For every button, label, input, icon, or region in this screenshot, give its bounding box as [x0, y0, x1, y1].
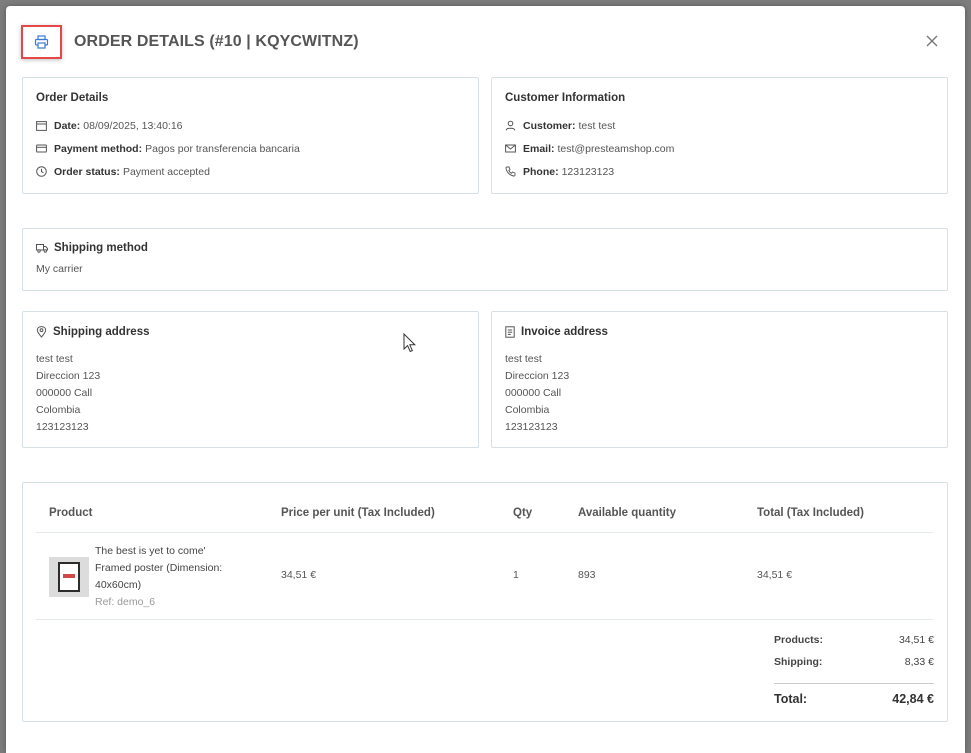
customer-name-row: Customer: test test: [505, 114, 674, 137]
mouse-cursor-icon: [403, 333, 417, 353]
calendar-icon: [36, 121, 47, 131]
printer-icon: [34, 35, 49, 49]
document-icon: [505, 326, 515, 338]
shipping-address-line: 000000 Call: [36, 387, 93, 399]
phone-label: Phone:: [523, 165, 559, 178]
payment-label: Payment method:: [54, 142, 143, 155]
shipping-address-line: Colombia: [36, 404, 81, 416]
customer-label: Customer:: [523, 119, 576, 132]
shipping-method-title: Shipping method: [36, 242, 148, 254]
customer-info-title: Customer Information: [505, 92, 625, 104]
invoice-address-line: test test: [505, 353, 542, 365]
shipping-address-line: Direccion 123: [36, 370, 101, 382]
shipping-address-title-text: Shipping address: [53, 326, 150, 338]
shipping-method-card: Shipping method My carrier: [22, 228, 948, 291]
modal-title: ORDER DETAILS (#10 | KQYCWITNZ): [74, 33, 359, 50]
column-header-product: Product: [49, 507, 93, 519]
shipping-method-title-text: Shipping method: [54, 242, 148, 254]
order-details-modal: ORDER DETAILS (#10 | KQYCWITNZ) Order De…: [6, 6, 965, 753]
date-label: Date:: [54, 119, 81, 132]
map-pin-icon: [36, 326, 47, 338]
column-header-price: Price per unit (Tax Included): [281, 507, 435, 519]
customer-phone-row: Phone: 123123123: [505, 160, 674, 183]
invoice-address-line: 000000 Call: [505, 387, 562, 399]
customer-info-card: Customer Information Customer: test test…: [491, 77, 948, 194]
column-header-total: Total (Tax Included): [757, 507, 864, 519]
user-icon: [505, 120, 516, 131]
products-table-card: Product Price per unit (Tax Included) Qt…: [22, 482, 948, 722]
payment-method-row: Payment method: Pagos por transferencia …: [36, 137, 300, 160]
email-label: Email:: [523, 142, 555, 155]
product-available: 893: [578, 569, 596, 581]
products-total-label: Products:: [774, 634, 824, 646]
grand-total-value: 42,84 €: [892, 692, 934, 706]
shipping-total-value: 8,33 €: [904, 656, 934, 668]
column-header-available: Available quantity: [578, 507, 676, 519]
truck-icon: [36, 244, 48, 253]
product-thumbnail[interactable]: [49, 557, 89, 597]
invoice-address-title-text: Invoice address: [521, 326, 608, 338]
order-details-title-text: Order Details: [36, 92, 109, 104]
product-total: 34,51 €: [757, 569, 793, 581]
close-icon: [926, 35, 938, 47]
column-header-qty: Qty: [513, 507, 533, 519]
customer-value: test test: [578, 119, 616, 132]
shipping-total-label: Shipping:: [774, 656, 823, 668]
order-date-row: Date: 08/09/2025, 13:40:16: [36, 114, 300, 137]
credit-card-icon: [36, 144, 47, 153]
phone-icon: [505, 166, 516, 177]
date-value: 08/09/2025, 13:40:16: [83, 119, 183, 132]
invoice-address-line: Direccion 123: [505, 370, 570, 382]
product-name-line: The best is yet to come': [95, 545, 206, 557]
shipping-address-card: Shipping address test test Direccion 123…: [22, 311, 479, 448]
product-price: 34,51 €: [281, 569, 317, 581]
email-value: test@presteamshop.com: [557, 142, 675, 155]
customer-email-row: Email: test@presteamshop.com: [505, 137, 674, 160]
order-details-title: Order Details: [36, 92, 108, 104]
invoice-address-line: 123123123: [505, 421, 558, 433]
shipping-address-title: Shipping address: [36, 326, 150, 338]
order-details-card: Order Details Date: 08/09/2025, 13:40:16…: [22, 77, 479, 194]
order-status-row: Order status: Payment accepted: [36, 160, 300, 183]
customer-info-title-text: Customer Information: [505, 92, 626, 104]
table-row-divider: [36, 619, 933, 620]
print-button[interactable]: [21, 25, 62, 59]
status-label: Order status:: [54, 165, 120, 178]
invoice-address-line: Colombia: [505, 404, 550, 416]
invoice-address-title: Invoice address: [505, 326, 608, 338]
products-total-value: 34,51 €: [898, 634, 934, 646]
phone-value: 123123123: [561, 165, 615, 178]
modal-header: ORDER DETAILS (#10 | KQYCWITNZ): [6, 6, 965, 76]
product-ref: Ref: demo_6: [95, 596, 156, 608]
invoice-address-card: Invoice address test test Direccion 123 …: [491, 311, 948, 448]
clock-icon: [36, 166, 47, 177]
payment-value: Pagos por transferencia bancaria: [145, 142, 300, 155]
totals-divider: [774, 683, 934, 684]
table-header-divider: [36, 532, 933, 533]
product-qty: 1: [513, 569, 519, 581]
product-name-line: Framed poster (Dimension:: [95, 562, 223, 574]
shipping-method-value: My carrier: [36, 263, 83, 275]
product-name-line: 40x60cm): [95, 579, 142, 591]
shipping-address-line: 123123123: [36, 421, 89, 433]
envelope-icon: [505, 144, 516, 153]
close-button[interactable]: [922, 31, 942, 51]
product-name[interactable]: The best is yet to come' Framed poster (…: [95, 543, 222, 611]
status-value: Payment accepted: [122, 165, 210, 178]
shipping-address-line: test test: [36, 353, 73, 365]
grand-total-label: Total:: [774, 692, 808, 706]
